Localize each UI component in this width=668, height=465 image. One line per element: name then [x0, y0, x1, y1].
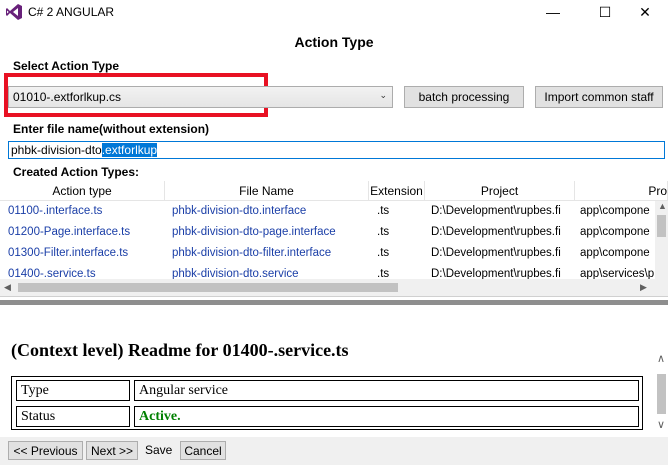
cell-project: D:\Development\rupbes.fi	[431, 247, 561, 259]
visual-studio-icon	[6, 4, 22, 20]
save-button[interactable]: Save	[145, 443, 172, 457]
readme-vertical-scrollbar[interactable]: ∧ ∨	[655, 350, 668, 433]
created-action-types-label: Created Action Types:	[13, 165, 140, 179]
action-type-select-value: 01010-.extforlkup.cs	[13, 90, 122, 104]
file-name-label: Enter file name(without extension)	[13, 122, 210, 136]
scroll-left-icon[interactable]: ◀	[4, 282, 11, 293]
readme-title: (Context level) Readme for 01400-.servic…	[11, 340, 349, 360]
grid-vertical-scrollbar[interactable]: ▲	[655, 201, 668, 279]
readme-value: Angular service	[134, 380, 639, 401]
readme-row: Status Active.	[12, 403, 642, 429]
readme-table: Type Angular service Status Active.	[11, 376, 643, 430]
column-header-path[interactable]: Pro	[575, 181, 668, 201]
cell-project: D:\Development\rupbes.fi	[431, 205, 561, 217]
cell-file-name: phbk-division-dto-filter.interface	[172, 247, 332, 259]
cell-extension: .ts	[377, 247, 390, 259]
column-header-action-type[interactable]: Action type	[0, 181, 165, 201]
title-bar: C# 2 ANGULAR — ☐ ✕	[0, 0, 668, 24]
cell-file-name: phbk-division-dto.interface	[172, 205, 307, 217]
status-value: Active.	[134, 406, 639, 427]
grid-vertical-scroll-thumb[interactable]	[657, 215, 666, 237]
scroll-up-icon[interactable]: ▲	[658, 201, 667, 211]
readme-row: Type Angular service	[12, 377, 642, 403]
readme-panel: (Context level) Readme for 01400-.servic…	[0, 305, 668, 433]
batch-processing-button[interactable]: batch processing	[404, 86, 524, 108]
cell-extension: .ts	[377, 205, 390, 217]
column-header-project[interactable]: Project	[425, 181, 575, 201]
created-action-types-grid[interactable]: Action type File Name Extension Project …	[0, 181, 668, 297]
cell-project: D:\Development\rupbes.fi	[431, 226, 561, 238]
page-title: Action Type	[294, 34, 374, 50]
chevron-up-icon[interactable]: ∧	[657, 352, 665, 365]
table-row[interactable]: 01300-Filter.interface.ts phbk-division-…	[0, 244, 655, 265]
column-header-file-name[interactable]: File Name	[165, 181, 369, 201]
chevron-down-icon[interactable]: ∨	[657, 418, 665, 431]
import-common-staff-button[interactable]: Import common staff	[535, 86, 663, 108]
cell-path: app\compone	[580, 247, 650, 259]
readme-scroll-thumb[interactable]	[657, 374, 666, 414]
grid-header: Action type File Name Extension Project …	[0, 181, 668, 201]
maximize-icon: ☐	[598, 3, 612, 20]
minimize-button[interactable]: —	[530, 0, 576, 24]
close-icon: ✕	[639, 3, 651, 20]
file-name-prefix: phbk-division-dto	[11, 143, 102, 157]
cancel-button[interactable]: Cancel	[180, 441, 226, 460]
grid-horizontal-scrollbar[interactable]: ◀ ▶	[0, 279, 668, 296]
readme-key: Type	[16, 380, 130, 401]
action-type-select[interactable]: 01010-.extforlkup.cs ⌄	[8, 86, 393, 108]
chevron-down-icon: ⌄	[379, 90, 387, 100]
cell-action-type: 01100-.interface.ts	[8, 205, 103, 217]
grid-horizontal-scroll-thumb[interactable]	[18, 283, 398, 292]
cell-path: app\compone	[580, 226, 650, 238]
minimize-icon: —	[546, 4, 560, 20]
cell-extension: .ts	[377, 226, 390, 238]
next-button[interactable]: Next >>	[86, 441, 138, 460]
cell-file-name: phbk-division-dto-page.interface	[172, 226, 336, 238]
select-action-type-label: Select Action Type	[13, 59, 120, 73]
cell-action-type: 01300-Filter.interface.ts	[8, 247, 129, 259]
close-button[interactable]: ✕	[622, 0, 668, 24]
table-row[interactable]: 01100-.interface.ts phbk-division-dto.in…	[0, 202, 655, 223]
file-name-input[interactable]: phbk-division-dto.extforlkup	[8, 141, 665, 159]
column-header-extension[interactable]: Extension	[369, 181, 425, 201]
file-name-selected-text: .extforlkup	[101, 143, 158, 157]
table-row[interactable]: 01200-Page.interface.ts phbk-division-dt…	[0, 223, 655, 244]
window-title: C# 2 ANGULAR	[28, 5, 115, 19]
scroll-right-icon[interactable]: ▶	[640, 282, 647, 293]
previous-button[interactable]: << Previous	[8, 441, 83, 460]
cell-action-type: 01200-Page.interface.ts	[8, 226, 131, 238]
cell-path: app\compone	[580, 205, 650, 217]
readme-key: Status	[16, 406, 130, 427]
footer-bar: << Previous Next >> Save Cancel	[0, 437, 668, 465]
